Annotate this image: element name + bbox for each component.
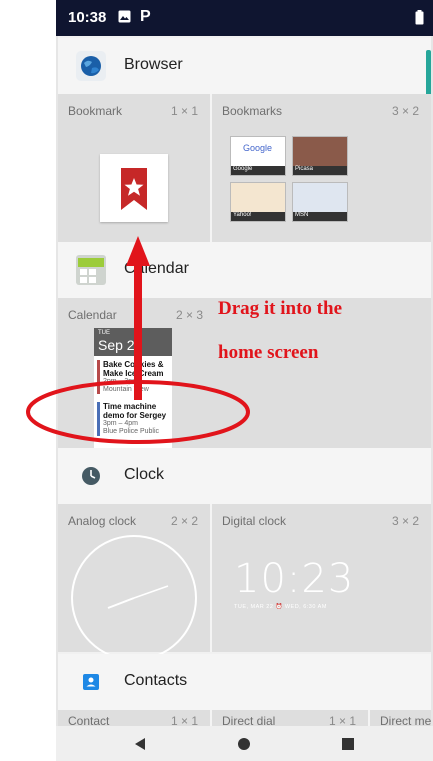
drag-arrow-head — [126, 236, 150, 266]
annotation-overlay — [26, 236, 250, 444]
annotation-line-1: Drag it into the — [218, 298, 343, 319]
annotation-line-2: home screen — [218, 342, 319, 363]
